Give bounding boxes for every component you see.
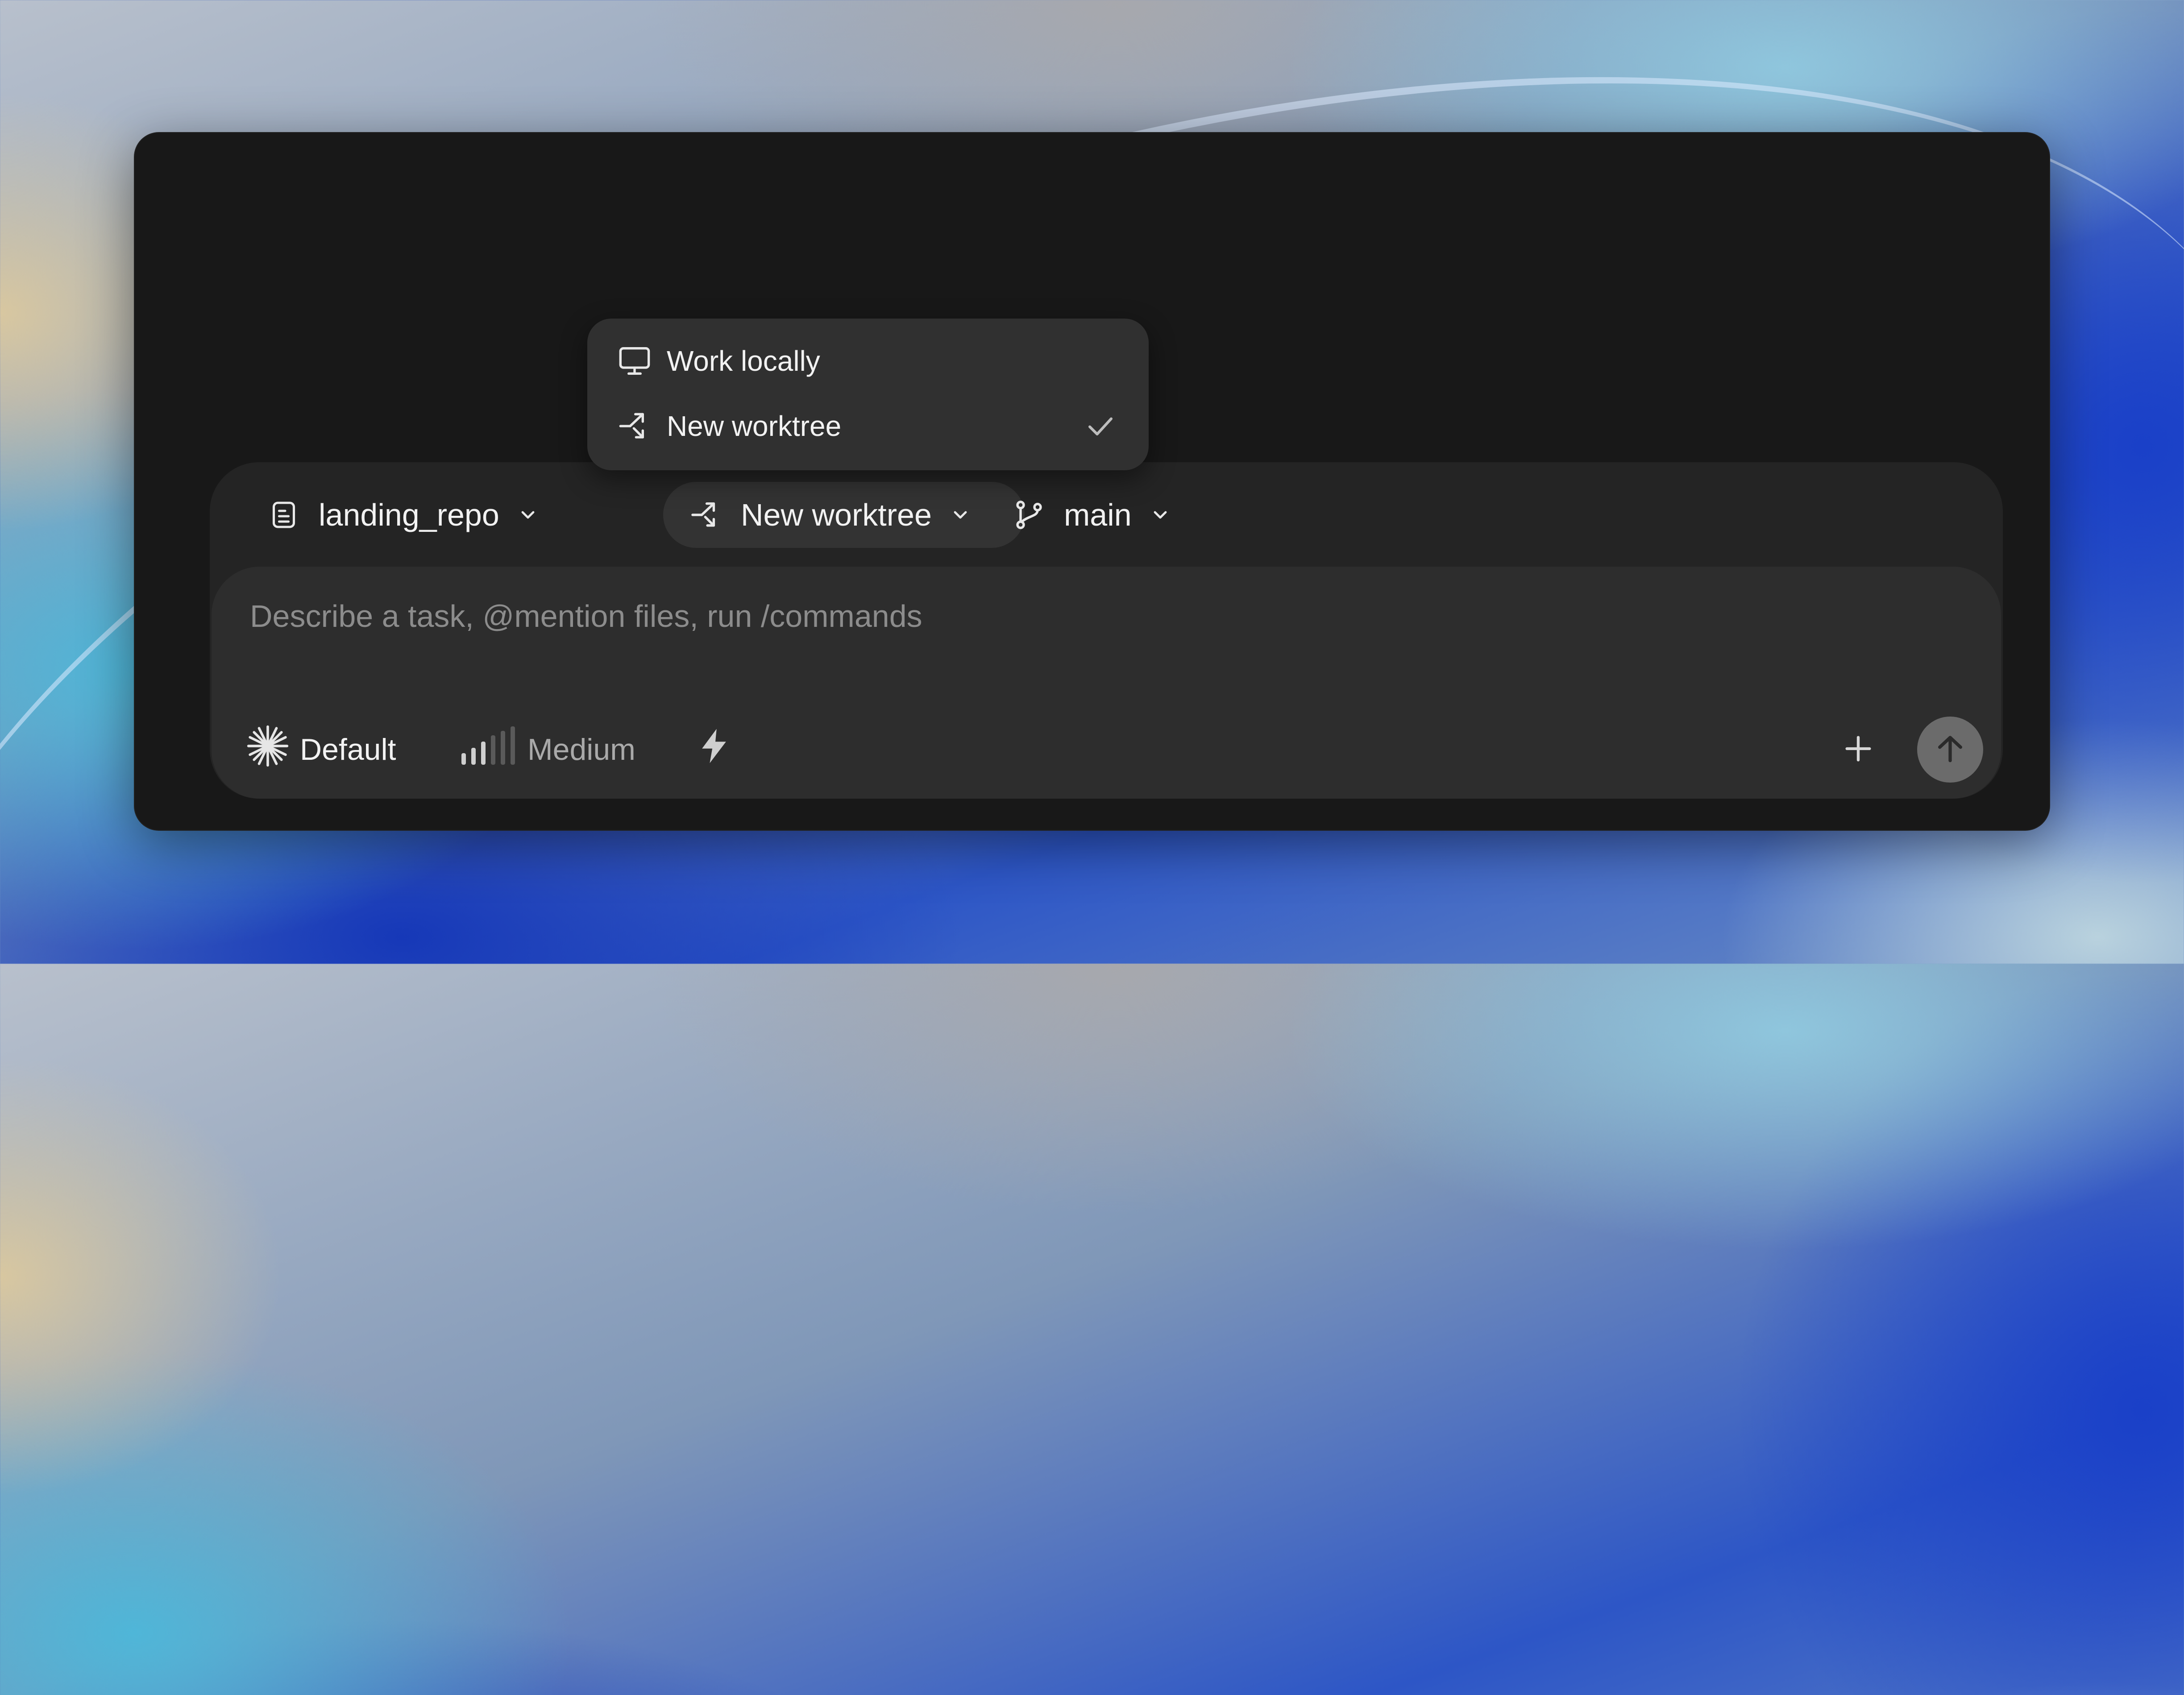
- chevron-down-icon: [1150, 504, 1171, 526]
- monitor-icon: [617, 343, 652, 379]
- checkmark-icon: [1084, 410, 1117, 442]
- worktree-icon: [617, 408, 652, 444]
- workspace-menu: Work locally New worktree: [587, 319, 1149, 470]
- branch-icon: [1012, 498, 1046, 532]
- menu-item-label: Work locally: [667, 345, 820, 377]
- task-input-area: Default Medium: [212, 567, 2001, 799]
- worktree-icon: [689, 498, 723, 532]
- menu-item-work-locally[interactable]: Work locally: [598, 332, 1138, 390]
- composer-card: landing_repo New worktree main Describe …: [210, 462, 2003, 799]
- send-button[interactable]: [1917, 717, 1983, 783]
- bolt-icon: [693, 725, 735, 774]
- add-attachment-button[interactable]: [1836, 727, 1881, 772]
- task-input[interactable]: [249, 593, 1857, 639]
- fast-mode-toggle[interactable]: [693, 723, 735, 776]
- model-label: Default: [300, 733, 396, 767]
- arrow-up-icon: [1932, 731, 1968, 769]
- app-window: landing_repo New worktree main Describe …: [134, 132, 2050, 831]
- effort-label: Medium: [527, 733, 635, 767]
- repo-label: landing_repo: [319, 497, 499, 532]
- reasoning-effort-selector[interactable]: Medium: [460, 723, 635, 776]
- repo-selector[interactable]: landing_repo: [250, 482, 558, 548]
- context-bar: landing_repo New worktree main: [210, 462, 2003, 568]
- menu-item-new-worktree[interactable]: New worktree: [598, 397, 1138, 455]
- plus-icon: [1841, 732, 1875, 768]
- menu-item-label: New worktree: [667, 410, 842, 442]
- branch-label: main: [1064, 497, 1132, 532]
- composer-toolbar: Default Medium: [212, 714, 2001, 785]
- workspace-selector[interactable]: New worktree: [663, 482, 1025, 548]
- model-selector[interactable]: Default: [245, 723, 396, 776]
- chevron-down-icon: [517, 504, 539, 526]
- signal-bars-icon: [460, 725, 518, 774]
- workspace-label: New worktree: [741, 497, 932, 532]
- branch-selector[interactable]: main: [976, 482, 1167, 548]
- repo-icon: [268, 499, 300, 531]
- sparkle-icon: [245, 723, 291, 776]
- chevron-down-icon: [950, 504, 971, 526]
